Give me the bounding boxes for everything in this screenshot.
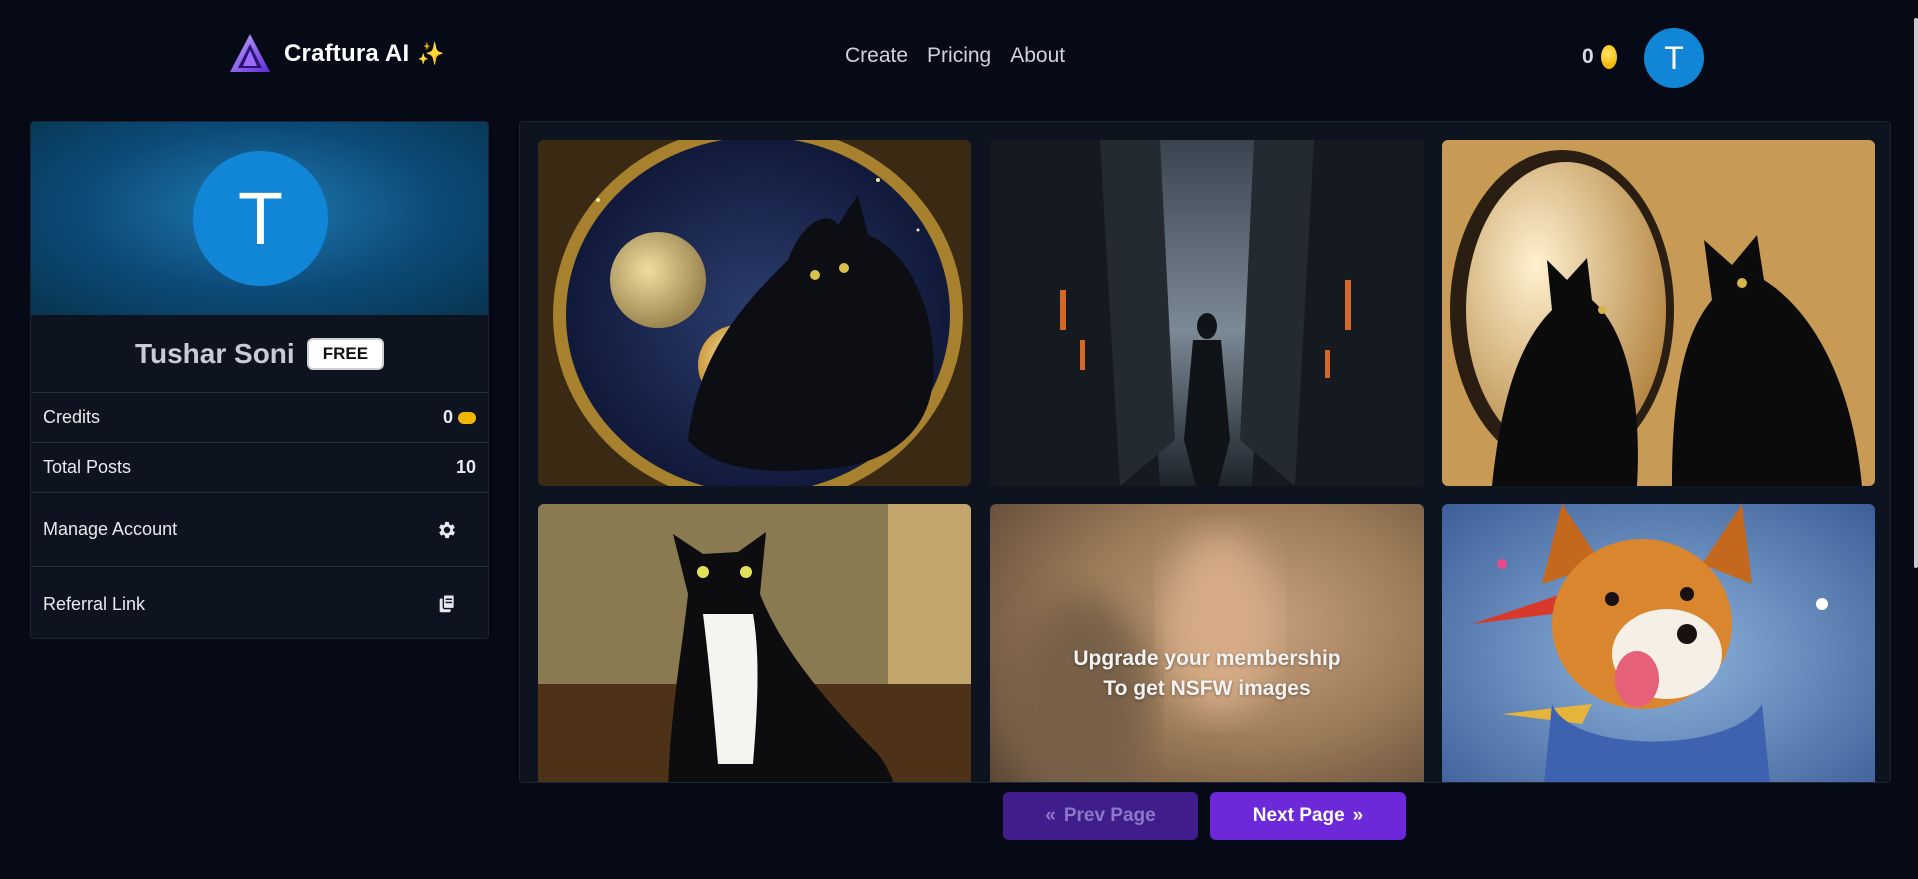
prev-page-label: Prev Page	[1063, 805, 1156, 826]
coins-icon	[458, 411, 476, 424]
credits-row: Credits 0	[31, 393, 488, 443]
header-credits-value: 0	[1582, 45, 1594, 68]
profile-user-name: Tushar Soni	[134, 337, 295, 369]
profile-card: T Tushar Soni FREE Credits 0 Total Posts…	[30, 121, 489, 639]
gallery-image-black-cat-moon[interactable]	[538, 140, 971, 486]
sparkle-icon: ✨	[417, 41, 445, 66]
main-nav: Create Pricing About	[845, 44, 1065, 68]
brand-link[interactable]: Craftura AI ✨	[226, 30, 445, 78]
top-header: Craftura AI ✨ Create Pricing About 0 T	[0, 0, 1918, 118]
craftura-logo-icon	[226, 30, 274, 78]
nsfw-message-line-1: Upgrade your membership	[1073, 647, 1341, 670]
prev-page-button[interactable]: « Prev Page	[1003, 792, 1198, 840]
gallery-image-nsfw-locked[interactable]: Upgrade your membership To get NSFW imag…	[990, 504, 1424, 782]
image-gallery: Upgrade your membership To get NSFW imag…	[519, 121, 1891, 783]
nsfw-upgrade-message: Upgrade your membership To get NSFW imag…	[990, 644, 1424, 704]
gallery-image-cat-mirror[interactable]	[1442, 140, 1875, 486]
page-scrollbar[interactable]	[1914, 18, 1918, 568]
nav-pricing-link[interactable]: Pricing	[927, 44, 991, 68]
nav-about-link[interactable]: About	[1010, 44, 1065, 68]
brand-name: Craftura AI	[284, 40, 410, 67]
copy-icon[interactable]	[436, 593, 458, 615]
gear-icon[interactable]	[436, 519, 458, 541]
manage-account-label: Manage Account	[43, 519, 178, 539]
nav-create-link[interactable]: Create	[845, 44, 908, 68]
next-page-label: Next Page	[1252, 805, 1345, 826]
gallery-image-tuxedo-cat[interactable]	[538, 504, 971, 782]
header-credits: 0	[1582, 45, 1617, 69]
profile-banner: T	[31, 122, 488, 315]
gallery-image-cyberpunk-alley[interactable]	[990, 140, 1424, 486]
chevrons-right-icon: »	[1352, 805, 1364, 826]
referral-link-row[interactable]: Referral Link	[31, 567, 488, 638]
credits-value-wrap: 0	[443, 407, 476, 428]
user-avatar-button[interactable]: T	[1644, 28, 1704, 88]
credits-value: 0	[442, 407, 453, 427]
referral-link-label: Referral Link	[43, 593, 146, 614]
chevrons-left-icon: «	[1045, 805, 1056, 826]
gallery-image-colorful-dog[interactable]	[1442, 504, 1875, 782]
coin-icon	[1600, 45, 1617, 69]
plan-badge: FREE	[306, 337, 385, 370]
nsfw-message-line-2: To get NSFW images	[1103, 677, 1311, 700]
profile-name-row: Tushar Soni FREE	[31, 315, 488, 393]
total-posts-row: Total Posts 10	[31, 443, 488, 493]
total-posts-label: Total Posts	[43, 457, 132, 477]
manage-account-row[interactable]: Manage Account	[31, 493, 488, 567]
total-posts-value: 10	[455, 457, 476, 477]
next-page-button[interactable]: Next Page »	[1210, 792, 1406, 840]
credits-label: Credits	[43, 407, 101, 427]
profile-avatar: T	[193, 151, 328, 286]
